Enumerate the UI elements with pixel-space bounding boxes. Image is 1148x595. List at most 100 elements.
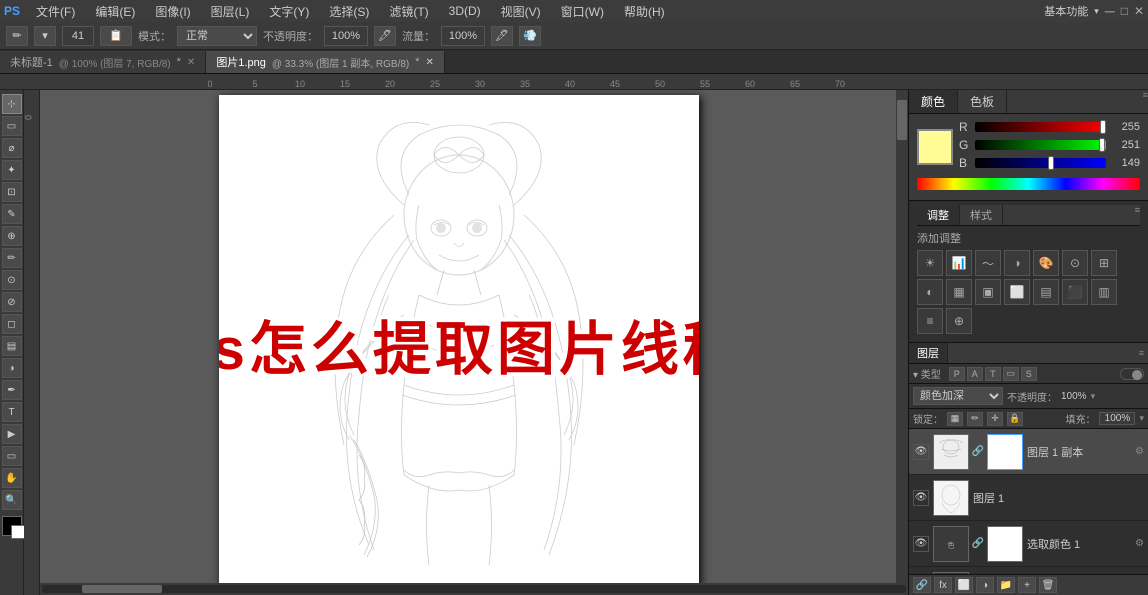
restore-btn[interactable]: □	[1121, 4, 1128, 18]
filter-pixel-icon[interactable]: P	[949, 367, 965, 381]
adjust-posterize-icon[interactable]: ⬛	[1062, 279, 1088, 305]
layers-tab[interactable]: 图层	[909, 343, 948, 363]
adjust-panel-menu-icon[interactable]: ≡	[1135, 205, 1140, 225]
menu-edit[interactable]: 编辑(E)	[91, 3, 139, 20]
color-panel-menu-icon[interactable]: ≡	[1143, 90, 1148, 113]
adjust-hue-icon[interactable]: ⊙	[1062, 250, 1088, 276]
canvas-document[interactable]: ps怎么提取图片线稿	[219, 95, 699, 585]
tool-history-brush[interactable]: ⊘	[2, 292, 22, 312]
spectrum-bar[interactable]	[917, 178, 1140, 190]
horizontal-scrollbar[interactable]	[40, 583, 908, 595]
link-layers-btn[interactable]: 🔗	[913, 577, 931, 593]
lock-pixels-btn[interactable]: ▦	[947, 412, 963, 426]
adjust-invert-icon[interactable]: ▤	[1033, 279, 1059, 305]
filter-toggle[interactable]	[1120, 368, 1144, 380]
blend-mode-select[interactable]: 正常	[177, 26, 257, 46]
tab-untitled[interactable]: 未标题-1 @ 100% (图层 7, RGB/8) * ✕	[0, 51, 206, 73]
delete-layer-btn[interactable]: 🗑	[1039, 577, 1057, 593]
tool-crop[interactable]: ⊡	[2, 182, 22, 202]
lock-position-btn[interactable]: ✛	[987, 412, 1003, 426]
tool-select-rect[interactable]: ▭	[2, 116, 22, 136]
tool-path-select[interactable]: ▶	[2, 424, 22, 444]
adjust-selectivecolor-icon[interactable]: ⊕	[946, 308, 972, 334]
tool-heal[interactable]: ⊕	[2, 226, 22, 246]
add-layer-btn[interactable]: +	[1018, 577, 1036, 593]
tool-brush[interactable]: ✏	[2, 248, 22, 268]
adjust-curves-icon[interactable]: 〜	[975, 250, 1001, 276]
layers-blend-mode-select[interactable]: 颜色加深	[913, 387, 1003, 405]
menu-view[interactable]: 视图(V)	[497, 3, 545, 20]
add-group-btn[interactable]: 📁	[997, 577, 1015, 593]
adjustments-tab[interactable]: 调整	[917, 205, 960, 225]
layer-item-3[interactable]: 👁 图层 0 副本 2 ⚙	[909, 567, 1148, 574]
vertical-scrollbar[interactable]	[896, 90, 908, 583]
layer-eye-2[interactable]: 👁	[913, 536, 929, 552]
tool-zoom[interactable]: 🔍	[2, 490, 22, 510]
r-slider[interactable]	[975, 122, 1106, 132]
g-slider[interactable]	[975, 140, 1106, 150]
tool-shape[interactable]: ▭	[2, 446, 22, 466]
layer-item-1[interactable]: 👁 图层 1	[909, 475, 1148, 521]
filter-text-icon[interactable]: T	[985, 367, 1001, 381]
minimize-btn[interactable]: ─	[1105, 3, 1115, 19]
adjust-levels-icon[interactable]: 📊	[946, 250, 972, 276]
adjust-gradientmap-icon[interactable]: ≡	[917, 308, 943, 334]
filter-adjust-icon[interactable]: A	[967, 367, 983, 381]
menu-help[interactable]: 帮助(H)	[620, 3, 669, 20]
tool-move[interactable]: ⊹	[2, 94, 22, 114]
tool-eraser[interactable]: ◻	[2, 314, 22, 334]
adjust-threshold-icon[interactable]: ▥	[1091, 279, 1117, 305]
menu-layer[interactable]: 图层(L)	[207, 3, 254, 20]
layer-eye-1[interactable]: 👁	[913, 490, 929, 506]
vertical-scrollbar-thumb[interactable]	[897, 100, 907, 140]
hscroll-thumb[interactable]	[82, 585, 162, 593]
airbrush-btn[interactable]: 💨	[519, 26, 541, 46]
tab-untitled-close[interactable]: ✕	[187, 57, 195, 68]
menu-window[interactable]: 窗口(W)	[557, 3, 608, 20]
add-adjustment-btn[interactable]: ◑	[976, 577, 994, 593]
adjust-channelmixer-icon[interactable]: ▣	[975, 279, 1001, 305]
tool-magic-wand[interactable]: ✦	[2, 160, 22, 180]
styles-tab[interactable]: 样式	[960, 205, 1003, 225]
tool-eyedropper[interactable]: ✎	[2, 204, 22, 224]
adjust-bw-icon[interactable]: ◐	[917, 279, 943, 305]
tab-image1[interactable]: 图片1.png @ 33.3% (图层 1 副本, RGB/8) * ✕	[206, 51, 445, 73]
tool-gradient[interactable]: ▤	[2, 336, 22, 356]
opacity-input[interactable]	[324, 26, 368, 46]
menu-image[interactable]: 图像(I)	[151, 3, 194, 20]
tool-lasso[interactable]: ⌀	[2, 138, 22, 158]
brush-size-input[interactable]: 41	[62, 26, 94, 46]
brush-picker-btn[interactable]: 📋	[100, 26, 132, 46]
b-slider[interactable]	[975, 158, 1106, 168]
tool-clone[interactable]: ⊙	[2, 270, 22, 290]
layers-panel-menu-icon[interactable]: ≡	[1139, 348, 1144, 358]
tool-type[interactable]: T	[2, 402, 22, 422]
add-style-btn[interactable]: fx	[934, 577, 952, 593]
fg-bg-colors[interactable]	[2, 516, 22, 536]
add-mask-btn[interactable]: ⬜	[955, 577, 973, 593]
brush-settings-btn[interactable]: ▾	[34, 26, 56, 46]
menu-text[interactable]: 文字(Y)	[265, 3, 313, 20]
opacity-options-btn[interactable]: 🖊	[374, 26, 396, 46]
layer-settings-2[interactable]: ⚙	[1135, 538, 1144, 549]
menu-select[interactable]: 选择(S)	[325, 3, 373, 20]
lock-image-btn[interactable]: ✏	[967, 412, 983, 426]
adjust-colorbalance-icon[interactable]: ⊞	[1091, 250, 1117, 276]
filter-smart-icon[interactable]: S	[1021, 367, 1037, 381]
tab-image1-close[interactable]: ✕	[426, 57, 434, 68]
layer-item-2[interactable]: 👁 色 🔗 选取颜色 1 ⚙	[909, 521, 1148, 567]
color-tab[interactable]: 颜色	[909, 90, 958, 113]
adjust-photofilter-icon[interactable]: ▦	[946, 279, 972, 305]
menu-file[interactable]: 文件(F)	[32, 3, 79, 20]
layer-eye-0[interactable]: 👁	[913, 444, 929, 460]
brush-tool-btn[interactable]: ✏	[6, 26, 28, 46]
flow-options-btn[interactable]: 🖊	[491, 26, 513, 46]
menu-filter[interactable]: 滤镜(T)	[385, 3, 432, 20]
adjust-exposure-icon[interactable]: ◑	[1004, 250, 1030, 276]
tool-dodge[interactable]: ◑	[2, 358, 22, 378]
adjust-vibrance-icon[interactable]: 🎨	[1033, 250, 1059, 276]
tool-hand[interactable]: ✋	[2, 468, 22, 488]
layer-settings-0[interactable]: ⚙	[1135, 446, 1144, 457]
swatches-tab[interactable]: 色板	[958, 90, 1007, 113]
filter-shape-icon[interactable]: ▭	[1003, 367, 1019, 381]
